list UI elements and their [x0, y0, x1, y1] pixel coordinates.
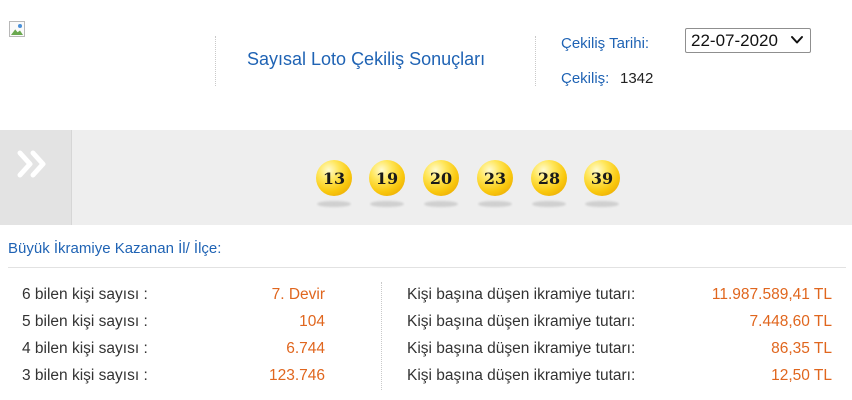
winners-row: 5 bilen kişi sayısı : 104 Kişi başına dü… [0, 313, 852, 333]
chevron-down-icon [791, 36, 803, 44]
match-count-label: 4 bilen kişi sayısı : [22, 340, 148, 357]
match-count-label: 5 bilen kişi sayısı : [22, 313, 148, 330]
winner-count: 123.746 [268, 367, 325, 384]
prize-label: Kişi başına düşen ikramiye tutarı: [407, 286, 636, 303]
prize-amount: 86,35 TL [771, 340, 832, 357]
header-divider [215, 36, 216, 86]
draw-date-select[interactable]: 22-07-2020 [685, 28, 811, 53]
number-ball: 19 [368, 160, 408, 210]
draw-number-label: Çekiliş: [561, 70, 610, 87]
winner-count: 104 [299, 313, 325, 330]
winners-row: 3 bilen kişi sayısı : 123.746 Kişi başın… [0, 367, 852, 387]
broken-image-icon [9, 21, 29, 41]
prize-amount: 11.987.589,41 TL [711, 286, 832, 303]
draw-number-value: 1342 [620, 70, 654, 87]
header-divider [535, 36, 536, 86]
number-ball: 20 [422, 160, 462, 210]
number-ball: 28 [530, 160, 570, 210]
prize-label: Kişi başına düşen ikramiye tutarı: [407, 340, 636, 357]
prize-amount: 7.448,60 TL [749, 313, 832, 330]
match-count-label: 3 bilen kişi sayısı : [22, 367, 148, 384]
winner-count: 7. Devir [271, 286, 325, 303]
results-icon-box [0, 130, 72, 225]
section-divider [8, 267, 846, 268]
winners-section-title: Büyük İkramiye Kazanan İl/ İlçe: [8, 240, 222, 257]
winners-row: 6 bilen kişi sayısı : 7. Devir Kişi başı… [0, 286, 852, 306]
number-ball: 13 [315, 160, 355, 210]
double-chevron-right-icon [17, 150, 46, 178]
number-ball: 23 [476, 160, 516, 210]
prize-amount: 12,50 TL [771, 367, 832, 384]
number-ball: 39 [583, 160, 623, 210]
draw-date-value: 22-07-2020 [691, 30, 778, 50]
winners-row: 4 bilen kişi sayısı : 6.744 Kişi başına … [0, 340, 852, 360]
prize-label: Kişi başına düşen ikramiye tutarı: [407, 313, 636, 330]
winner-count: 6.744 [286, 340, 325, 357]
prize-label: Kişi başına düşen ikramiye tutarı: [407, 367, 636, 384]
match-count-label: 6 bilen kişi sayısı : [22, 286, 148, 303]
page-title: Sayısal Loto Çekiliş Sonuçları [247, 49, 486, 69]
draw-date-label: Çekiliş Tarihi: [561, 35, 650, 52]
